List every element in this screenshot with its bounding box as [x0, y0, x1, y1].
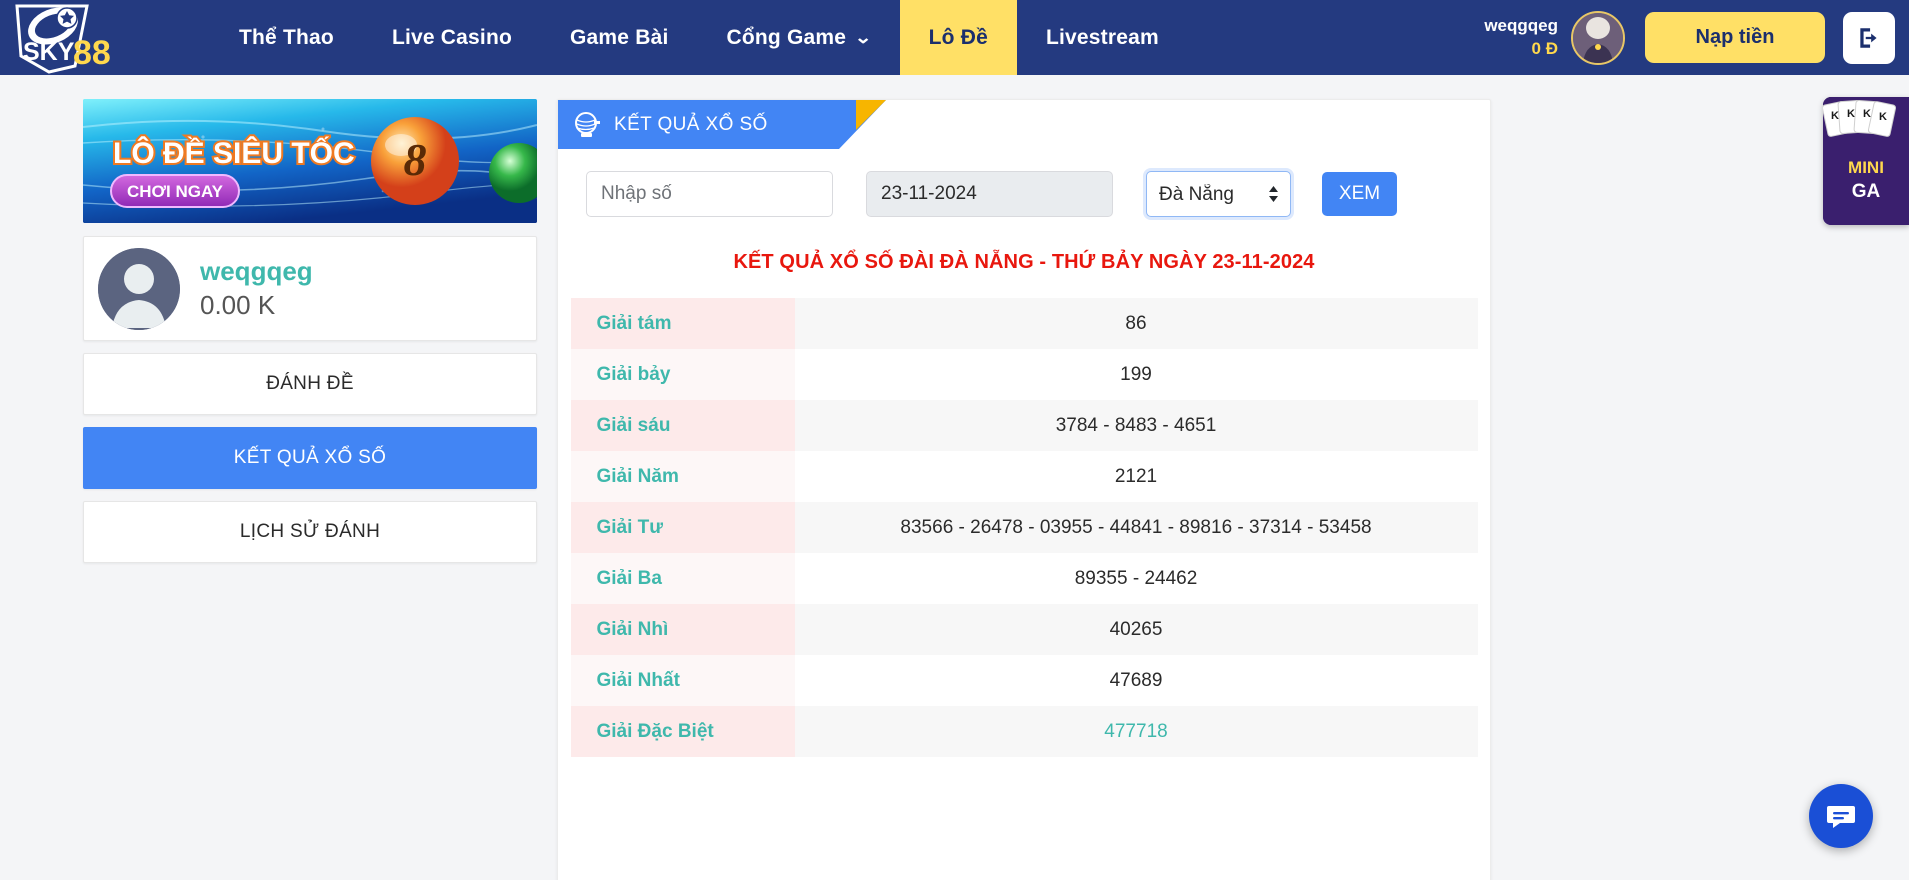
nav-item-game-bai[interactable]: Game Bài [541, 0, 697, 75]
page-body: 8 LÔ ĐỀ SIÊU TỐC CHƠI NGAY weqgqeg 0.00 … [0, 75, 1909, 880]
sky88-logo-icon: SKY 88 [15, 3, 111, 74]
prize-label: Giải tám [570, 298, 795, 349]
panel-title: KẾT QUẢ XỔ SỐ [614, 113, 768, 135]
nav-label: Thể Thao [239, 25, 334, 49]
deposit-button[interactable]: Nạp tiền [1645, 12, 1825, 63]
svg-text:88: 88 [73, 34, 111, 72]
lottery-results-panel: KẾT QUẢ XỔ SỐ Đà Nẵng XEM KẾT QUẢ XỔ SỐ … [557, 99, 1491, 880]
logout-button[interactable] [1843, 11, 1895, 64]
banner-artwork: 8 LÔ ĐỀ SIÊU TỐC CHƠI NGAY [83, 99, 537, 223]
nav-label: Game Bài [570, 25, 669, 49]
sidebar-item-label: KẾT QUẢ XỔ SỐ [233, 447, 387, 468]
sidebar-item-label: ĐÁNH ĐỀ [266, 373, 354, 394]
lottery-results-table: Giải tám 86 Giải bảy 199 Giải sáu 3784 -… [570, 298, 1478, 757]
profile-card: weqgqeg 0.00 K [83, 236, 537, 341]
prize-label: Giải bảy [570, 349, 795, 400]
logout-icon [1860, 27, 1877, 48]
table-row: Giải sáu 3784 - 8483 - 4651 [570, 400, 1478, 451]
svg-text:K: K [1831, 110, 1839, 122]
avatar-image [1573, 12, 1623, 63]
table-row: Giải Năm 2121 [570, 451, 1478, 502]
prize-value: 86 [794, 298, 1478, 349]
main-navigation: Thể Thao Live Casino Game Bài Cổng Game … [210, 0, 1188, 75]
province-select-wrapper: Đà Nẵng [1146, 171, 1291, 217]
table-row: Giải Nhì 40265 [570, 604, 1478, 655]
panel-corner-accent [856, 100, 886, 130]
sidebar-item-label: LỊCH SỬ ĐÁNH [239, 521, 381, 542]
svg-text:CHƠI NGAY: CHƠI NGAY [127, 182, 224, 201]
table-row: Giải Nhất 47689 [570, 655, 1478, 706]
svg-text:8: 8 [404, 134, 427, 185]
nav-item-cong-game[interactable]: Cổng Game ⌄ [698, 0, 900, 75]
sidebar-item-ket-qua-xo-so[interactable]: KẾT QUẢ XỔ SỐ [83, 427, 537, 489]
nav-item-lo-de[interactable]: Lô Đề [899, 0, 1017, 75]
profile-balance: 0.00 K [200, 290, 276, 321]
nav-label: Cổng Game [726, 25, 847, 49]
prize-value: 3784 - 8483 - 4651 [794, 400, 1478, 451]
table-row: Giải Ba 89355 - 24462 [570, 553, 1478, 604]
table-row: Giải bảy 199 [570, 349, 1478, 400]
prize-value: 477718 [794, 706, 1478, 757]
table-row: Giải Đặc Biệt 477718 [570, 706, 1478, 757]
nav-label: Live Casino [391, 25, 513, 49]
promo-banner-lo-de-sieu-toc[interactable]: 8 LÔ ĐỀ SIÊU TỐC CHƠI NGAY [83, 99, 537, 223]
profile-username: weqgqeg [200, 256, 313, 287]
result-heading: KẾT QUẢ XỔ SỐ ĐÀI ĐÀ NẴNG - THỨ BẢY NGÀY… [733, 251, 1315, 273]
svg-text:K: K [1863, 108, 1871, 120]
date-input[interactable] [866, 171, 1113, 217]
svg-text:LÔ ĐỀ SIÊU TỐC: LÔ ĐỀ SIÊU TỐC [113, 136, 355, 170]
number-input[interactable] [586, 171, 833, 217]
profile-text: weqgqeg 0.00 K [200, 254, 313, 323]
chat-bubble-icon [1827, 806, 1855, 828]
prize-value: 2121 [794, 451, 1478, 502]
prize-value: 47689 [794, 655, 1478, 706]
svg-text:MINI: MINI [1848, 158, 1884, 177]
prize-label: Giải Đặc Biệt [570, 706, 795, 757]
nav-item-livestream[interactable]: Livestream [1017, 0, 1188, 75]
prize-label: Giải Nhất [570, 655, 795, 706]
prize-label: Giải Ba [570, 553, 795, 604]
nav-item-live-casino[interactable]: Live Casino [363, 0, 541, 75]
table-row: Giải Tư 83566 - 26478 - 03955 - 44841 - … [570, 502, 1478, 553]
view-button[interactable]: XEM [1322, 172, 1397, 216]
lottery-search-form: Đà Nẵng XEM [558, 149, 1490, 217]
prize-value: 83566 - 26478 - 03955 - 44841 - 89816 - … [794, 502, 1478, 553]
province-select[interactable]: Đà Nẵng [1146, 171, 1291, 217]
side-promo-artwork: KKKK MINI GA [1823, 97, 1909, 225]
lottery-machine-icon [575, 111, 600, 137]
chevron-down-icon: ⌄ [854, 28, 873, 47]
header-username: weqgqeg [1484, 16, 1558, 36]
header-balance: 0 Đ [1531, 38, 1558, 58]
left-sidebar: 8 LÔ ĐỀ SIÊU TỐC CHƠI NGAY weqgqeg 0.00 … [83, 99, 537, 563]
svg-text:GA: GA [1852, 181, 1881, 202]
sidebar-item-lich-su-danh[interactable]: LỊCH SỬ ĐÁNH [83, 501, 537, 563]
avatar[interactable] [1571, 10, 1625, 65]
svg-text:SKY: SKY [23, 38, 75, 66]
svg-text:K: K [1847, 108, 1855, 120]
prize-value: 89355 - 24462 [794, 553, 1478, 604]
panel-header: KẾT QUẢ XỔ SỐ [558, 100, 886, 149]
prize-value: 199 [794, 349, 1478, 400]
prize-label: Giải Năm [570, 451, 795, 502]
user-placeholder-icon [98, 247, 180, 330]
svg-text:K: K [1879, 111, 1887, 123]
prize-value: 40265 [794, 604, 1478, 655]
prize-label: Giải Nhì [570, 604, 795, 655]
live-chat-button[interactable] [1809, 784, 1873, 848]
site-logo[interactable]: SKY 88 [0, 0, 148, 75]
header-user-area: weqgqeg 0 Đ Nạp tiền [1484, 0, 1909, 75]
prize-label: Giải Tư [570, 502, 795, 553]
table-row: Giải tám 86 [570, 298, 1478, 349]
nav-label: Livestream [1045, 25, 1159, 49]
header-user-info: weqgqeg 0 Đ [1484, 15, 1558, 60]
profile-avatar [98, 247, 180, 330]
prize-label: Giải sáu [570, 400, 795, 451]
side-promo-widget[interactable]: KKKK MINI GA [1823, 97, 1909, 225]
nav-item-the-thao[interactable]: Thể Thao [210, 0, 363, 75]
site-header: SKY 88 Thể Thao Live Casino Game Bài Cổn… [0, 0, 1909, 75]
nav-label: Lô Đề [928, 25, 988, 49]
sidebar-item-danh-de[interactable]: ĐÁNH ĐỀ [83, 353, 537, 415]
